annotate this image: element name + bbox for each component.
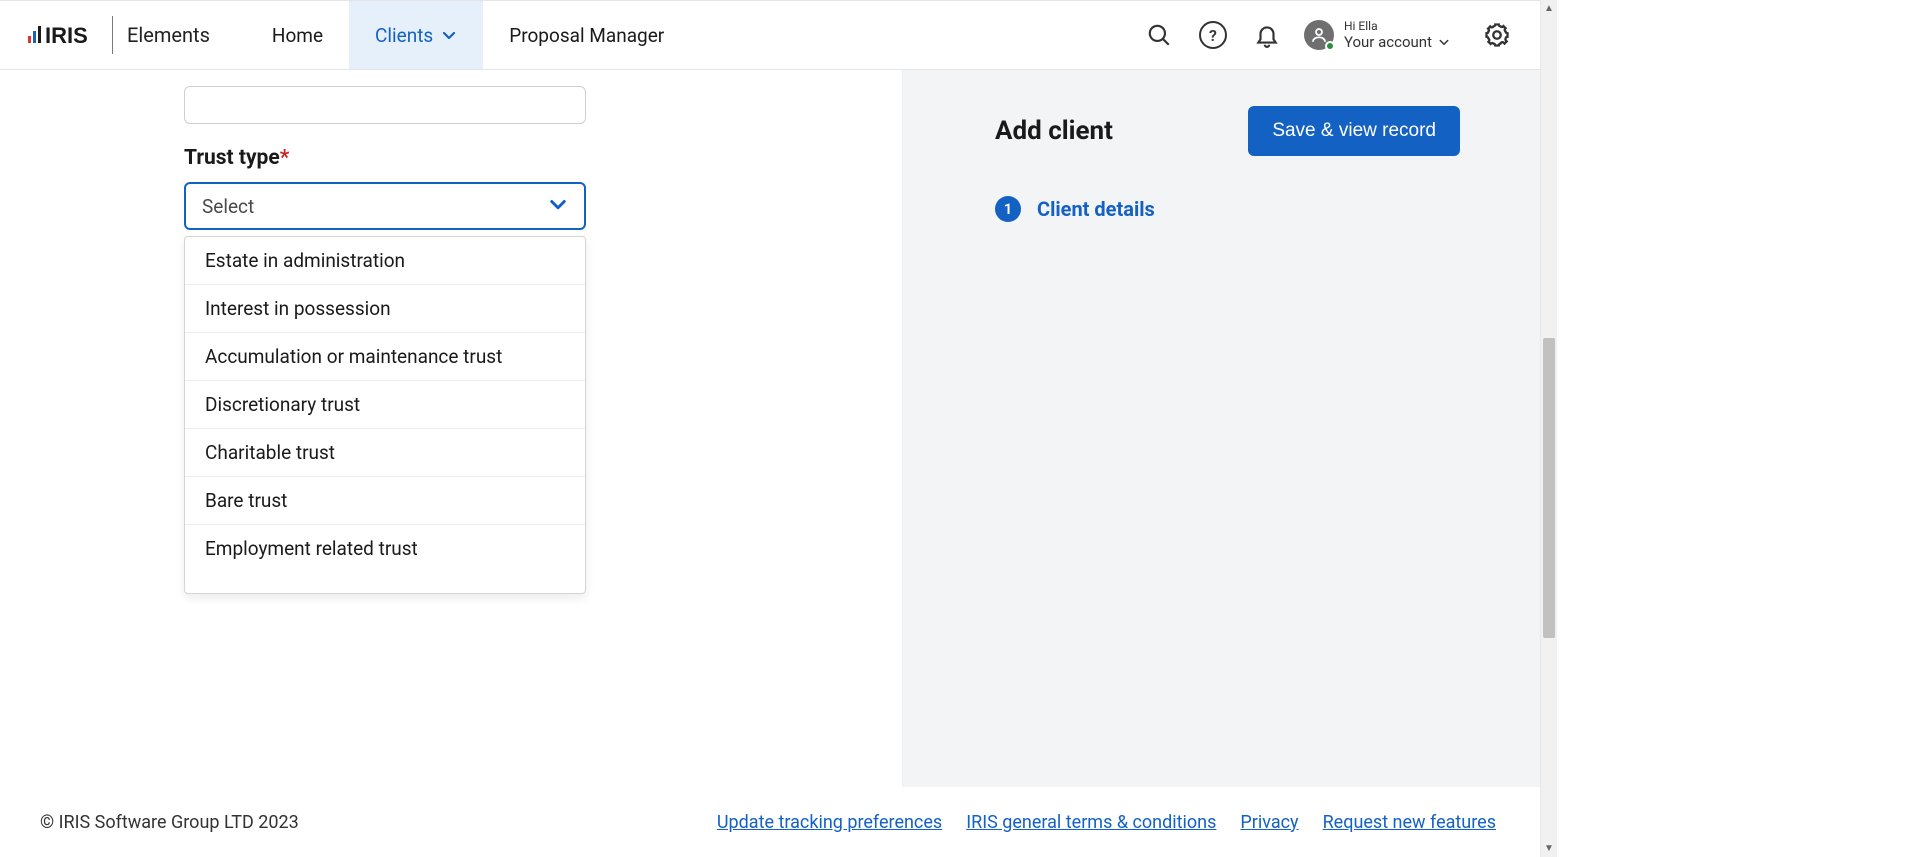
nav-clients[interactable]: Clients [349,1,483,69]
scroll-down-arrow[interactable]: ▼ [1541,840,1557,857]
nav-home[interactable]: Home [246,1,349,69]
bell-icon[interactable] [1250,18,1284,52]
previous-text-input[interactable] [184,86,586,124]
chevron-down-icon [548,194,568,218]
main-nav: Home Clients Proposal Manager [246,1,690,69]
select-placeholder: Select [202,195,254,218]
account-greeting: Hi Ella [1344,19,1450,33]
account-text: Hi Ella Your account [1344,19,1450,51]
link-update-tracking[interactable]: Update tracking preferences [717,812,942,833]
main-area: Trust type* Select Estate in administrat… [0,70,1540,787]
save-button[interactable]: Save & view record [1248,106,1460,156]
avatar-icon [1304,20,1334,50]
step-badge: 1 [995,196,1021,222]
footer-links: Update tracking preferences IRIS general… [717,812,1496,833]
svg-text:IRIS: IRIS [45,23,88,48]
link-terms[interactable]: IRIS general terms & conditions [966,812,1216,833]
link-privacy[interactable]: Privacy [1240,812,1298,833]
link-request-features[interactable]: Request new features [1323,812,1496,833]
scroll-up-arrow[interactable]: ▲ [1541,0,1557,17]
option-interest-in-possession[interactable]: Interest in possession [185,285,585,333]
page-title: Add client [995,116,1113,146]
status-dot [1325,41,1335,51]
scroll-thumb[interactable] [1543,338,1555,638]
nav-clients-label: Clients [375,24,433,47]
brand-suffix: Elements [127,23,210,47]
account-menu[interactable]: Hi Ella Your account [1304,19,1450,51]
form-column: Trust type* Select Estate in administrat… [0,70,902,787]
top-bar: IRIS Elements Home Clients Proposal Mana… [0,0,1540,70]
option-discretionary-trust[interactable]: Discretionary trust [185,381,585,429]
option-estate-in-administration[interactable]: Estate in administration [185,237,585,285]
required-asterisk: * [280,146,290,170]
nav-proposal-manager[interactable]: Proposal Manager [483,1,690,69]
header-actions: ? Hi Ella Your account [1142,1,1540,69]
page-scrollbar[interactable]: ▲ ▼ [1540,0,1557,857]
gear-icon[interactable] [1480,18,1514,52]
trust-type-select[interactable]: Select [184,182,586,230]
help-icon[interactable]: ? [1196,18,1230,52]
step-label: Client details [1037,197,1155,221]
option-bare-trust[interactable]: Bare trust [185,477,585,525]
option-employment-related-trust[interactable]: Employment related trust [185,525,585,572]
step-client-details[interactable]: 1 Client details [995,196,1460,222]
footer-copyright: © IRIS Software Group LTD 2023 [40,812,299,833]
side-header: Add client Save & view record [995,106,1460,156]
chevron-down-icon [441,27,457,43]
option-charitable-trust[interactable]: Charitable trust [185,429,585,477]
trust-type-label: Trust type* [184,146,902,170]
footer: © IRIS Software Group LTD 2023 Update tr… [0,787,1540,857]
trust-type-dropdown: Estate in administration Interest in pos… [184,236,586,594]
account-label: Your account [1344,33,1432,51]
search-icon[interactable] [1142,18,1176,52]
side-panel: Add client Save & view record 1 Client d… [902,70,1540,787]
dropdown-list[interactable]: Estate in administration Interest in pos… [185,237,585,593]
option-accumulation-or-maintenance-trust[interactable]: Accumulation or maintenance trust [185,333,585,381]
brand-divider [112,16,113,54]
chevron-down-icon [1438,36,1450,48]
brand-group: IRIS Elements [0,1,210,69]
iris-logo: IRIS [28,22,98,48]
